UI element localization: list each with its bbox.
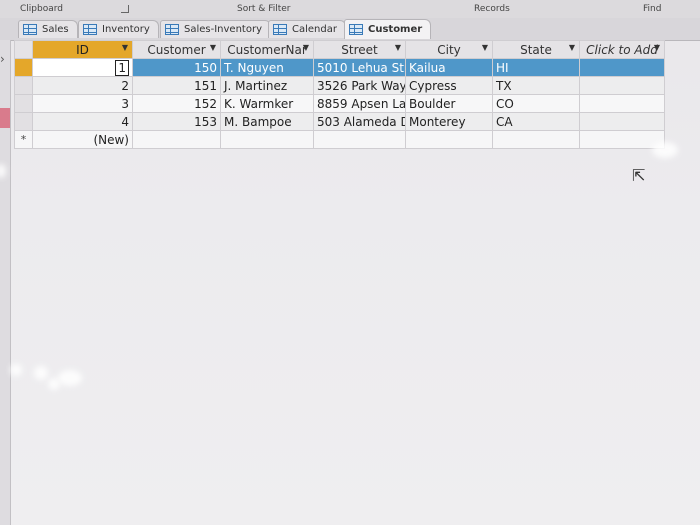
ribbon-group-labels: Clipboard Sort & Filter Records Find — [0, 0, 700, 19]
cell-state[interactable]: HI — [492, 58, 580, 77]
tab-calendar[interactable]: Calendar — [268, 20, 346, 38]
dropdown-arrow-icon[interactable]: ▼ — [569, 43, 575, 52]
ribbon-group-sort-filter: Sort & Filter — [237, 4, 291, 14]
cell-empty[interactable] — [492, 130, 580, 149]
column-header-click-to-add[interactable]: Click to Add ▼ — [579, 40, 665, 59]
record-selector[interactable] — [14, 76, 33, 95]
cell-street[interactable]: 3526 Park Way — [313, 76, 406, 95]
screen-glare — [34, 366, 48, 380]
cell-state[interactable]: CA — [492, 112, 580, 131]
cell-value: 1 — [115, 59, 129, 76]
column-label: Customer — [147, 42, 206, 57]
cell-click-to-add[interactable] — [579, 76, 665, 95]
table-row[interactable]: 4 153 M. Bampoe 503 Alameda Dr Monterey … — [14, 112, 665, 131]
cell-customer[interactable]: 152 — [132, 94, 221, 113]
column-label: CustomerNar — [227, 42, 307, 57]
column-label: Street — [341, 42, 378, 57]
column-label: ID — [76, 42, 89, 57]
column-header-id[interactable]: ID ▼ — [32, 40, 133, 59]
dropdown-arrow-icon[interactable]: ▼ — [122, 43, 128, 52]
cell-id[interactable]: 3 — [32, 94, 133, 113]
select-all-cell[interactable] — [14, 40, 33, 59]
column-header-customer[interactable]: Customer ▼ — [132, 40, 221, 59]
ribbon-group-find: Find — [643, 4, 662, 14]
cell-city[interactable]: Cypress — [405, 76, 493, 95]
tab-sales-inventory[interactable]: Sales-Inventory — [160, 20, 271, 38]
table-row[interactable]: 1 150 T. Nguyen 5010 Lehua Stre Kailua H… — [14, 58, 665, 77]
column-label: Click to Add — [586, 42, 658, 57]
object-tab-bar: Sales Inventory Sales-Inventory Calendar… — [0, 18, 700, 41]
column-header-state[interactable]: State ▼ — [492, 40, 580, 59]
screen-glare — [652, 142, 678, 158]
dropdown-arrow-icon[interactable]: ▼ — [210, 43, 216, 52]
tab-label: Sales — [42, 24, 69, 35]
tab-customer[interactable]: Customer — [344, 19, 432, 39]
tab-inventory[interactable]: Inventory — [78, 20, 159, 38]
nav-pane-marker — [0, 108, 10, 128]
cell-city[interactable]: Monterey — [405, 112, 493, 131]
cell-state[interactable]: CO — [492, 94, 580, 113]
cell-empty[interactable] — [579, 130, 665, 149]
column-label: State — [520, 42, 552, 57]
cell-empty[interactable] — [405, 130, 493, 149]
cell-street[interactable]: 5010 Lehua Stre — [313, 58, 406, 77]
cell-id[interactable]: 4 — [32, 112, 133, 131]
tab-label: Sales-Inventory — [184, 24, 262, 35]
clipboard-launcher-icon[interactable] — [121, 5, 129, 13]
table-row[interactable]: 3 152 K. Warmker 8859 Apsen Lan Boulder … — [14, 94, 665, 113]
cell-state[interactable]: TX — [492, 76, 580, 95]
table-icon — [23, 24, 37, 35]
cell-empty[interactable] — [220, 130, 314, 149]
cell-street[interactable]: 8859 Apsen Lan — [313, 94, 406, 113]
tab-sales[interactable]: Sales — [18, 20, 78, 38]
ribbon-group-clipboard: Clipboard — [20, 4, 63, 14]
chevron-right-icon[interactable]: › — [0, 52, 5, 66]
table-row[interactable]: 2 151 J. Martinez 3526 Park Way Cypress … — [14, 76, 665, 95]
cell-empty[interactable] — [313, 130, 406, 149]
tab-label: Customer — [368, 24, 423, 35]
column-header-city[interactable]: City ▼ — [405, 40, 493, 59]
cell-customername[interactable]: T. Nguyen — [220, 58, 314, 77]
column-label: City — [437, 42, 461, 57]
record-selector[interactable] — [14, 58, 33, 77]
cell-id[interactable]: 1 — [32, 58, 133, 77]
cell-click-to-add[interactable] — [579, 94, 665, 113]
dropdown-arrow-icon[interactable]: ▼ — [303, 43, 309, 52]
record-selector[interactable] — [14, 94, 33, 113]
cell-empty[interactable] — [132, 130, 221, 149]
ribbon-group-records: Records — [474, 4, 510, 14]
cell-click-to-add[interactable] — [579, 112, 665, 131]
new-record-star-icon: * — [14, 130, 33, 149]
column-header-street[interactable]: Street ▼ — [313, 40, 406, 59]
tab-label: Inventory — [102, 24, 150, 35]
mouse-pointer-icon: ⇱ — [632, 166, 646, 185]
dropdown-arrow-icon[interactable]: ▼ — [482, 43, 488, 52]
screen-glare — [10, 364, 22, 376]
cell-city[interactable]: Boulder — [405, 94, 493, 113]
record-selector[interactable] — [14, 112, 33, 131]
cell-customer[interactable]: 151 — [132, 76, 221, 95]
cell-new[interactable]: (New) — [32, 130, 133, 149]
cell-click-to-add[interactable] — [579, 58, 665, 77]
dropdown-arrow-icon[interactable]: ▼ — [654, 43, 660, 52]
cell-street[interactable]: 503 Alameda Dr — [313, 112, 406, 131]
customer-datasheet: ID ▼ Customer ▼ CustomerNar ▼ Street ▼ C… — [14, 40, 665, 149]
table-icon — [349, 24, 363, 35]
cell-customername[interactable]: K. Warmker — [220, 94, 314, 113]
table-icon — [165, 24, 179, 35]
table-icon — [273, 24, 287, 35]
table-icon — [83, 24, 97, 35]
cell-customer[interactable]: 153 — [132, 112, 221, 131]
cell-customername[interactable]: J. Martinez — [220, 76, 314, 95]
tab-label: Calendar — [292, 24, 337, 35]
cell-city[interactable]: Kailua — [405, 58, 493, 77]
cell-customername[interactable]: M. Bampoe — [220, 112, 314, 131]
header-row: ID ▼ Customer ▼ CustomerNar ▼ Street ▼ C… — [14, 40, 665, 59]
column-header-customername[interactable]: CustomerNar ▼ — [220, 40, 314, 59]
dropdown-arrow-icon[interactable]: ▼ — [395, 43, 401, 52]
new-record-row[interactable]: * (New) — [14, 130, 665, 149]
screen-glare — [58, 370, 82, 386]
cell-customer[interactable]: 150 — [132, 58, 221, 77]
cell-id[interactable]: 2 — [32, 76, 133, 95]
